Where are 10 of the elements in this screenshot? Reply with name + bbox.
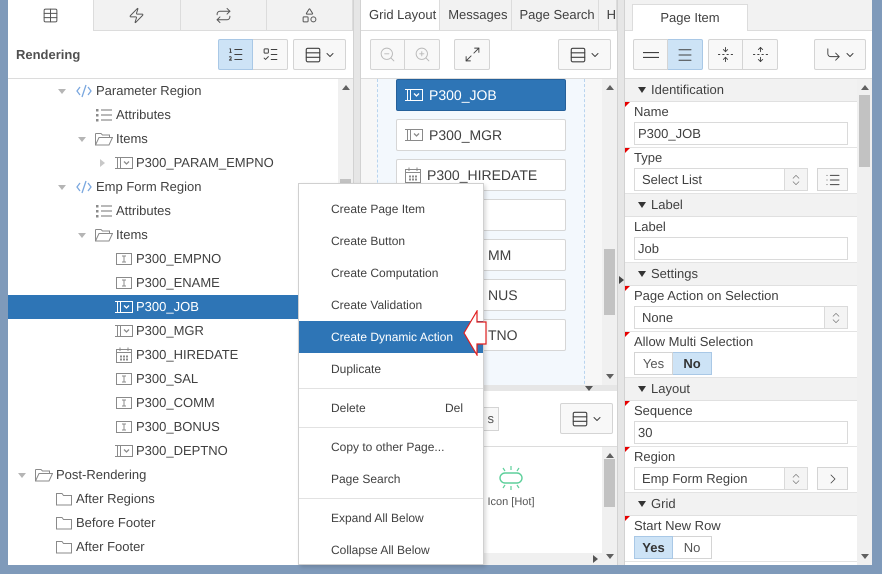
field-label: Sequence xyxy=(633,402,694,420)
panel-title: Rendering xyxy=(16,46,80,64)
field-label: Region xyxy=(633,448,676,466)
shortcut-label: Del xyxy=(444,400,463,417)
field-label: Allow Multi Selection xyxy=(633,333,754,352)
field-label: Label xyxy=(633,218,667,236)
field-label: Type xyxy=(633,149,664,168)
field-label: Page Action on Selection xyxy=(633,287,780,306)
field-label: Start New Row xyxy=(633,517,722,536)
field-label: Name xyxy=(633,103,670,122)
